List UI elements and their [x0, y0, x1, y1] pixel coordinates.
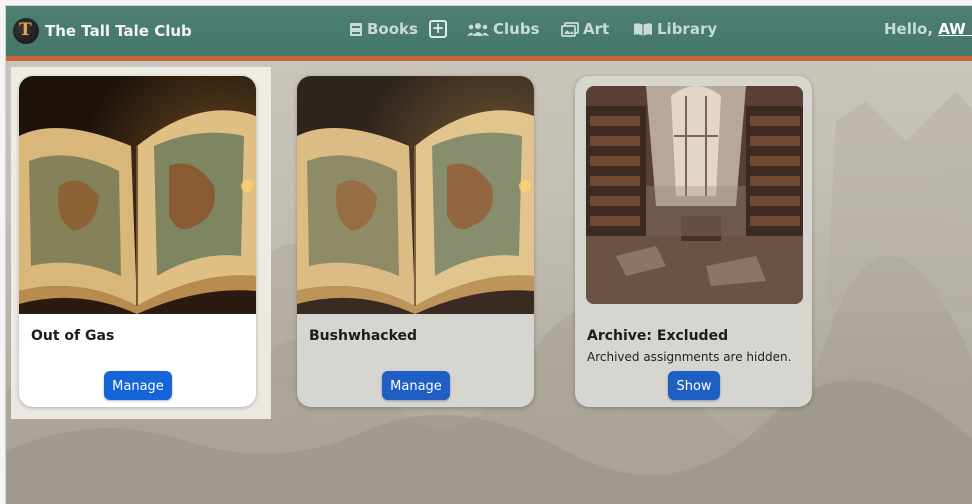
app-window: T The Tall Tale Club Books + Clubs Art L… — [5, 5, 972, 504]
card-title: Bushwhacked — [309, 328, 418, 344]
greeting-text: Hello, — [884, 20, 934, 38]
open-book-icon — [634, 22, 652, 36]
nav-library-label: Library — [657, 20, 718, 38]
add-book-button[interactable]: + — [429, 20, 447, 38]
manage-button[interactable]: Manage — [382, 371, 450, 400]
card-image-open-book — [19, 76, 256, 314]
open-book-illustration — [19, 76, 256, 314]
assignment-card[interactable]: Bushwhacked Manage — [297, 76, 534, 407]
book-icon — [350, 22, 362, 36]
card-image-open-book — [297, 76, 534, 314]
nav-library[interactable]: Library — [633, 20, 717, 38]
archive-filter-card[interactable]: Archive: Excluded Archived assignments a… — [575, 76, 812, 407]
library-hall-illustration — [586, 86, 803, 304]
top-nav-bar: T The Tall Tale Club Books + Clubs Art L… — [6, 6, 972, 61]
club-logo: T — [13, 18, 39, 44]
nav-books[interactable]: Books — [349, 20, 418, 38]
nav-clubs-label: Clubs — [493, 20, 540, 38]
images-icon — [561, 21, 579, 37]
brand[interactable]: T The Tall Tale Club — [13, 18, 192, 44]
card-title: Out of Gas — [31, 328, 115, 344]
show-archived-button[interactable]: Show — [668, 371, 720, 400]
card-image-library — [586, 86, 803, 304]
open-book-illustration — [297, 76, 534, 314]
users-icon — [467, 22, 489, 36]
nav-art-label: Art — [583, 20, 610, 38]
user-greeting: Hello, AW R — [884, 20, 972, 38]
assignment-card[interactable]: Out of Gas Manage — [19, 76, 256, 407]
nav-books-label: Books — [367, 20, 418, 38]
manage-button[interactable]: Manage — [104, 371, 172, 400]
card-description: Archived assignments are hidden. — [587, 350, 792, 364]
nav-clubs[interactable]: Clubs — [467, 20, 540, 38]
logo-letter: T — [19, 20, 32, 40]
app-title: The Tall Tale Club — [45, 22, 192, 40]
nav-art[interactable]: Art — [561, 20, 609, 38]
user-profile-link[interactable]: AW R — [938, 20, 972, 38]
card-title: Archive: Excluded — [587, 328, 729, 344]
